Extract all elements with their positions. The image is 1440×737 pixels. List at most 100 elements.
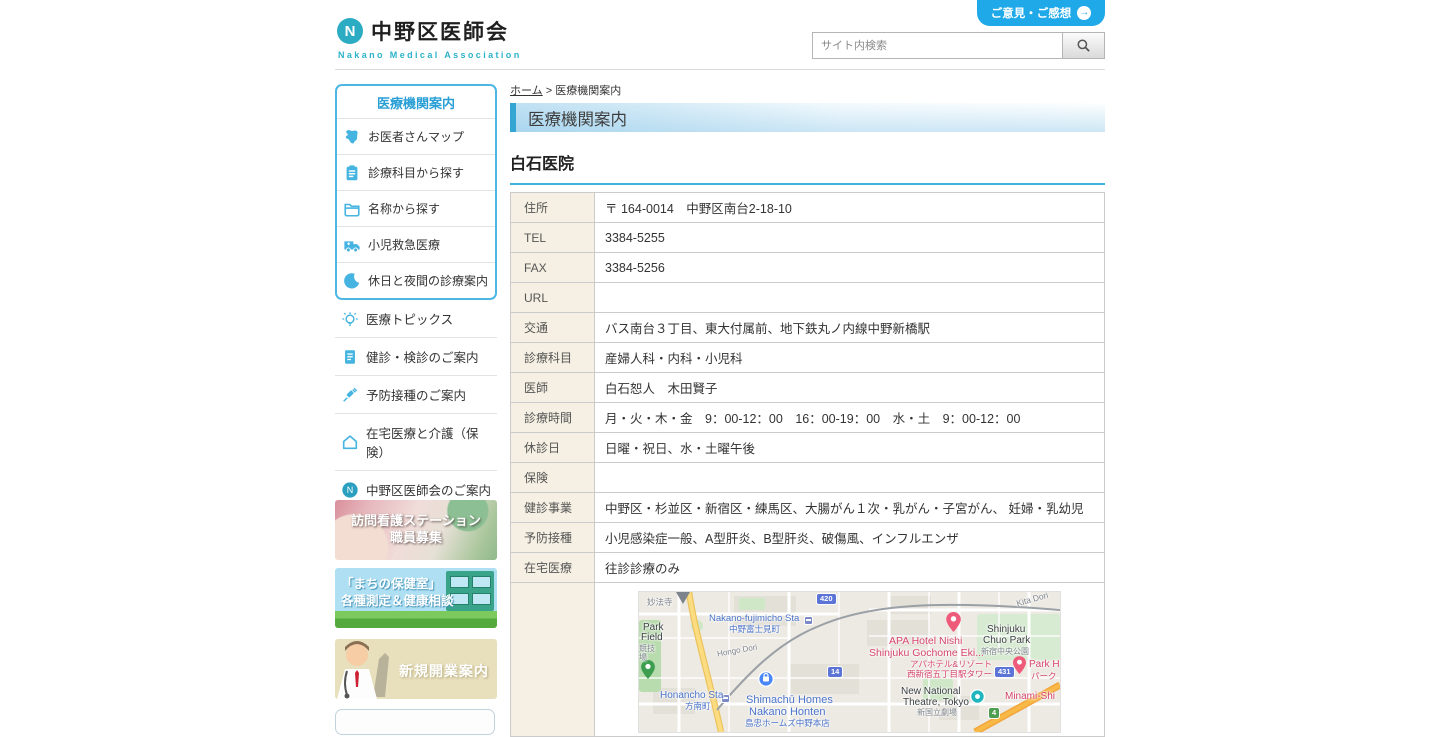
map-label-apa-hotel: APA Hotel Nishi [889, 636, 962, 647]
document-icon [340, 347, 359, 366]
banner-text-line1: 「まちの保健室」 [341, 576, 454, 593]
sidebar-item[interactable]: お医者さんマップ [337, 118, 495, 154]
row-label: 診療科目 [511, 343, 595, 373]
breadcrumb-home-link[interactable]: ホーム [510, 85, 543, 97]
sidebar-item-label: 小児救急医療 [368, 236, 440, 253]
sidebar-primary-menu: 医療機関案内 お医者さんマップ 診療科目から探す 名称から [335, 84, 497, 300]
banner-text-line2: 各種測定＆健康相談 [341, 593, 454, 610]
detail-table-body: 住所 〒 164-0014 中野区南台2-18-10 TEL 3384-5255… [511, 193, 1105, 737]
row-value: 3384-5256 [595, 253, 1105, 283]
map-icon [342, 127, 361, 146]
lightbulb-icon [340, 309, 359, 328]
route-badge-14: 14 [827, 666, 843, 678]
route-badge-431: 431 [994, 666, 1015, 678]
table-row: 在宅医療 往診診療のみ [511, 553, 1105, 583]
feedback-button[interactable]: ご意見・ご感想 → [977, 0, 1105, 26]
hotel-pin-icon[interactable] [946, 612, 961, 632]
site-logo[interactable]: N 中野区医師会 Nakano Medical Association [337, 16, 522, 60]
sidebar-item[interactable]: 在宅医療と介護（保険） [335, 414, 497, 471]
row-value: 中野区・杉並区・新宿区・練馬区、大腸がん１次・乳がん・子宮がん、 妊婦・乳幼児 [595, 493, 1105, 523]
clinic-detail-table: 住所 〒 164-0014 中野区南台2-18-10 TEL 3384-5255… [510, 192, 1105, 737]
temple-marker-icon[interactable] [675, 592, 691, 605]
table-row: TEL 3384-5255 [511, 223, 1105, 253]
site-subtitle: Nakano Medical Association [338, 50, 522, 60]
table-row: FAX 3384-5256 [511, 253, 1105, 283]
map-label-nakano-fujimicho: Nakano-fujimicho Sta [709, 614, 799, 624]
sidebar-primary-list: お医者さんマップ 診療科目から探す 名称から探す 小児救急医療 [337, 118, 495, 298]
feedback-label: ご意見・ご感想 [991, 5, 1072, 21]
sidebar-partial-link-box[interactable] [335, 709, 495, 735]
hotel-pin-icon[interactable] [1013, 656, 1026, 674]
search-input[interactable] [813, 33, 1062, 58]
map-label-park-field: Field [641, 633, 663, 643]
map-label-myohoji: 妙法寺 [647, 598, 673, 607]
row-value: バス南台３丁目、東大付属前、地下鉄丸ノ内線中野新橋駅 [595, 313, 1105, 343]
row-value [595, 283, 1105, 313]
table-row: 休診日 日曜・祝日、水・土曜午後 [511, 433, 1105, 463]
theatre-pin-icon[interactable] [970, 689, 985, 704]
sidebar-item[interactable]: 小児救急医療 [337, 226, 495, 262]
table-row-map: 420 14 431 4 妙法寺 Park Field 競技 場 Nakano-… [511, 583, 1105, 737]
map-label-stadium: 競技 [639, 645, 655, 653]
banner-text-line1: 新規開業案内 [399, 661, 489, 681]
park-pin-icon[interactable] [641, 660, 655, 679]
sidebar-menu-title: 医療機関案内 [337, 86, 495, 118]
sidebar-item[interactable]: 診療科目から探す [337, 154, 495, 190]
syringe-icon [340, 385, 359, 404]
sidebar-item-label: 予防接種のご案内 [366, 385, 466, 404]
row-label: 住所 [511, 193, 595, 223]
arrow-right-icon: → [1077, 6, 1091, 20]
table-row: 交通 バス南台３丁目、東大付属前、地下鉄丸ノ内線中野新橋駅 [511, 313, 1105, 343]
row-label: 診療時間 [511, 403, 595, 433]
row-value: 日曜・祝日、水・土曜午後 [595, 433, 1105, 463]
table-row: 診療科目 産婦人科・内科・小児科 [511, 343, 1105, 373]
sidebar-item[interactable]: 健診・検診のご案内 [335, 338, 497, 376]
table-row: 予防接種 小児感染症一般、A型肝炎、B型肝炎、破傷風、インフルエンザ [511, 523, 1105, 553]
row-label: 医師 [511, 373, 595, 403]
table-row: 住所 〒 164-0014 中野区南台2-18-10 [511, 193, 1105, 223]
table-row: 医師 白石恕人 木田賢子 [511, 373, 1105, 403]
page-container: N 中野区医師会 Nakano Medical Association ご意見・… [335, 0, 1105, 720]
row-value: 白石恕人 木田賢子 [595, 373, 1105, 403]
banner-visiting-nurse-recruit[interactable]: 訪問看護ステーション 職員募集 [335, 500, 497, 560]
google-map-embed[interactable]: 420 14 431 4 妙法寺 Park Field 競技 場 Nakano-… [638, 591, 1061, 733]
header-divider [335, 69, 1105, 70]
search-button[interactable] [1062, 33, 1104, 58]
map-label-shinjuku-chuo-park: Shinjuku [987, 625, 1025, 635]
route-badge-420: 420 [816, 593, 837, 605]
map-label-shinjuku-chuo-park-ja: 新宿中央公園 [981, 648, 1029, 656]
map-label-apa-hotel-ja: 西新宿五丁目駅タワー [907, 670, 992, 679]
breadcrumb: ホーム > 医療機関案内 [510, 82, 621, 98]
map-label-shimachu: Shimachū Homes [746, 695, 833, 706]
map-label-minami: Minami-Shi [1005, 692, 1055, 702]
sidebar-item-label: 名称から探す [368, 200, 440, 217]
store-pin-icon[interactable] [758, 671, 774, 687]
row-label [511, 583, 595, 737]
metro-station-icon[interactable] [804, 616, 813, 625]
clipboard-icon [342, 163, 361, 182]
map-label-apa-hotel: Shinjuku Gochome Eki... [869, 648, 984, 659]
sidebar-item[interactable]: 名称から探す [337, 190, 495, 226]
map-label-park-hyatt-ja: パーク [1031, 672, 1057, 681]
row-value: 3384-5255 [595, 223, 1105, 253]
sidebar-item[interactable]: 予防接種のご案内 [335, 376, 497, 414]
map-label-nakano-fujimicho-ja: 中野富士見町 [729, 625, 780, 634]
clinic-name-heading: 白石医院 [510, 150, 1105, 185]
banner-machi-no-hokenshitsu[interactable]: 「まちの保健室」 各種測定＆健康相談 [335, 568, 497, 628]
sidebar-item-label: お医者さんマップ [368, 128, 464, 145]
house-icon [340, 433, 359, 452]
map-label-new-national-theatre: New National [901, 687, 960, 697]
sidebar-item[interactable]: 休日と夜間の診療案内 [337, 262, 495, 298]
map-label-stadium: 場 [639, 654, 647, 662]
sidebar-item-label: 健診・検診のご案内 [366, 347, 479, 366]
moon-icon [342, 271, 361, 290]
map-label-new-national-theatre: Theatre, Tokyo [903, 698, 969, 708]
sidebar-item[interactable]: 医療トピックス [335, 300, 497, 338]
search-icon [1076, 38, 1091, 53]
row-label: 在宅医療 [511, 553, 595, 583]
banner-text-line1: 訪問看護ステーション [335, 512, 497, 529]
row-label: 休診日 [511, 433, 595, 463]
banner-new-practice-guide[interactable]: 新規開業案内 [335, 639, 497, 699]
row-label: 交通 [511, 313, 595, 343]
row-value [595, 463, 1105, 493]
